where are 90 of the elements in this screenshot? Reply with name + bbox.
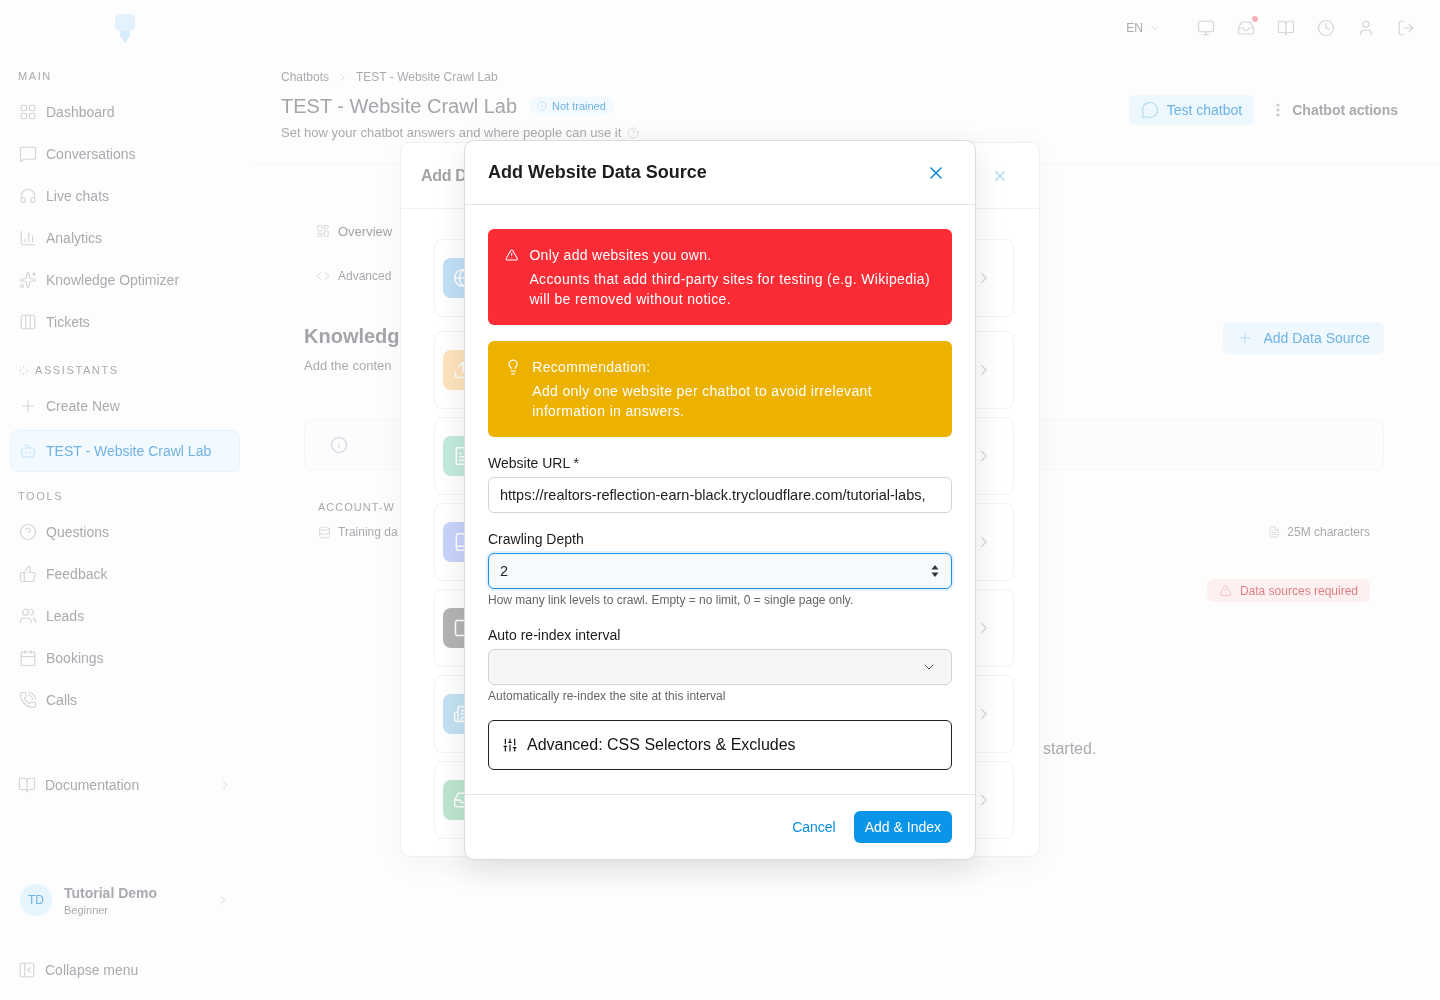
section-label: ASSISTANTS — [35, 364, 119, 376]
account-label: ACCOUNT-W — [318, 501, 395, 513]
alert-text: Accounts that add third-party sites for testing (e.g. Wikipedia) will be removed without notice. — [529, 270, 931, 309]
help-circle-icon[interactable] — [627, 127, 640, 139]
sidebar-item[interactable]: Tickets — [10, 301, 240, 343]
bar-chart-icon — [19, 229, 37, 247]
usage-text: 25M characters — [1287, 525, 1370, 539]
bot-icon — [19, 442, 37, 460]
number-stepper[interactable] — [931, 564, 939, 578]
field-label: Crawling Depth — [488, 531, 585, 547]
field-hint: How many link levels to crawl. Empty = no limit, 0 = single page only. — [488, 593, 855, 607]
user-icon[interactable] — [1357, 18, 1375, 37]
add-data-source-button[interactable]: Add Data Source — [1223, 322, 1384, 354]
plus-icon — [19, 397, 37, 415]
spinner-icon — [18, 364, 29, 376]
panel-collapse-icon — [18, 961, 36, 979]
user-name: Tutorial Demo — [64, 884, 159, 901]
monitor-icon[interactable] — [1197, 18, 1215, 37]
settings-tab[interactable]: Overview — [304, 213, 393, 249]
status-dot-icon — [537, 101, 547, 111]
add-index-button[interactable]: Add & Index — [853, 811, 952, 843]
chat-bubble-icon — [19, 145, 37, 163]
help-circle-icon — [19, 523, 37, 541]
breadcrumb-link[interactable]: Chatbots — [281, 70, 330, 84]
empty-state-text: started. — [1043, 740, 1097, 758]
advanced-options-button[interactable]: Advanced: CSS Selectors & Excludes — [488, 720, 952, 770]
grid-icon — [19, 103, 37, 121]
test-chatbot-button[interactable]: Test chatbot — [1128, 95, 1255, 125]
info-icon — [330, 436, 348, 454]
page-subtitle: Set how your chatbot answers and where people can use it — [281, 126, 622, 140]
logo-icon — [113, 11, 137, 44]
depth-input[interactable]: 2 — [488, 553, 952, 589]
sidebar-item[interactable]: Questions — [10, 511, 240, 553]
sidebar-item[interactable]: Knowledge Optimizer — [10, 259, 240, 301]
sparkle-icon — [19, 271, 37, 289]
phone-icon — [19, 691, 37, 709]
alert-title: Recommendation: — [532, 358, 652, 377]
training-label: Training da — [338, 525, 398, 539]
breadcrumb-link[interactable]: TEST - Website Crawl Lab — [356, 70, 498, 84]
field-label: Auto re-index interval — [488, 627, 622, 643]
alert-title: Only add websites you own. — [529, 246, 713, 265]
document-icon — [1268, 526, 1281, 538]
logout-icon[interactable] — [1397, 18, 1415, 37]
url-input[interactable]: https://realtors-reflection-earn-black.trycloudflare.com/tutorial-labs, — [488, 477, 952, 513]
sliders-icon — [502, 737, 518, 753]
dashboard-icon — [316, 224, 330, 238]
modal-title: Add Website Data Source — [488, 162, 707, 183]
status-badge: Not trained — [529, 97, 614, 115]
sidebar-item[interactable]: TEST - Website Crawl Lab — [10, 430, 240, 472]
inbox-icon[interactable] — [1237, 18, 1255, 37]
sidebar-item[interactable]: Calls — [10, 679, 240, 721]
field-hint: Automatically re-index the site at this interval — [488, 689, 727, 703]
field-label: Website URL * — [488, 455, 581, 471]
book-icon — [18, 776, 36, 794]
database-icon — [318, 525, 331, 539]
sidebar-item[interactable]: Conversations — [10, 133, 240, 175]
settings-tab[interactable]: Advanced — [304, 258, 392, 294]
section-title: Knowledg — [304, 324, 400, 348]
sidebar-item[interactable]: Bookings — [10, 637, 240, 679]
code-icon — [316, 269, 330, 283]
alert-text: Add only one website per chatbot to avoid irrelevant information in answers. — [532, 382, 873, 421]
clock-icon[interactable] — [1317, 18, 1335, 37]
page-title: TEST - Website Crawl Lab — [281, 94, 517, 118]
sidebar-item[interactable]: Analytics — [10, 217, 240, 259]
columns-icon — [19, 313, 37, 331]
sidebar-item[interactable]: Create New — [10, 385, 240, 427]
chatbot-actions-button[interactable]: Chatbot actions — [1276, 102, 1398, 118]
cancel-button[interactable]: Cancel — [792, 819, 836, 835]
section-label: MAIN — [18, 70, 52, 82]
warning-icon — [1218, 584, 1232, 597]
sidebar-item[interactable]: Feedback — [10, 553, 240, 595]
section-label: TOOLS — [18, 490, 64, 502]
calendar-icon — [19, 649, 37, 667]
sidebar-item[interactable]: Leads — [10, 595, 240, 637]
user-plan: Beginner — [64, 903, 110, 916]
section-description: Add the conten — [304, 358, 393, 374]
user-avatar: TD — [20, 884, 52, 916]
users-icon — [19, 607, 37, 625]
language-selector[interactable]: EN — [1126, 20, 1161, 35]
book-icon[interactable] — [1277, 18, 1295, 37]
collapse-menu-button[interactable]: Collapse menu — [10, 949, 240, 991]
sidebar-item[interactable]: Live chats — [10, 175, 240, 217]
thumbs-up-icon — [19, 565, 37, 583]
kebab-menu-icon — [1276, 103, 1281, 117]
documentation-link[interactable]: Documentation — [10, 764, 240, 806]
interval-select[interactable] — [488, 649, 952, 685]
chat-bubble-icon — [1140, 101, 1159, 119]
sidebar-item[interactable]: Dashboard — [10, 91, 240, 133]
warning-badge: Data sources required — [1206, 579, 1370, 602]
headset-icon — [19, 187, 37, 205]
